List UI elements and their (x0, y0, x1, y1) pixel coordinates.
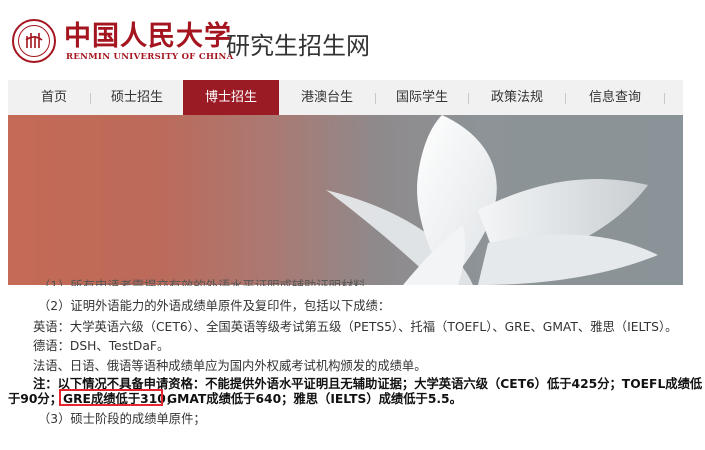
gre-highlight-box (59, 389, 163, 406)
text-line: （3）硕士阶段的成绩单原件； (38, 412, 206, 426)
university-seal-icon[interactable] (12, 19, 56, 63)
nav-item-masters[interactable]: 硕士招生 (91, 80, 183, 115)
nav-item-policy[interactable]: 政策法规 (469, 80, 565, 115)
main-nav: 首页 硕士招生 博士招生 港澳台生 国际学生 政策法规 信息查询 (8, 80, 683, 115)
nav-item-hk-macau-taiwan[interactable]: 港澳台生 (279, 80, 375, 115)
nav-divider (664, 93, 665, 104)
magnolia-flower-illustration (326, 115, 658, 285)
banner-image (8, 115, 683, 285)
site-title: 研究生招生网 (226, 32, 370, 60)
note-line-continuation: 于90分； (8, 392, 63, 406)
nav-item-international[interactable]: 国际学生 (376, 80, 468, 115)
text-line: 法语、日语、俄语等语种成绩单应为国内外权威考试机构颁发的成绩单。 (33, 359, 427, 373)
nav-item-phd[interactable]: 博士招生 (183, 80, 279, 115)
nav-item-home[interactable]: 首页 (18, 80, 90, 115)
logo-english[interactable]: RENMIN UNIVERSITY OF CHINA (66, 52, 234, 62)
text-line: 德语：DSH、TestDaF。 (33, 339, 170, 353)
logo-chinese[interactable]: 中国人民大学 (64, 14, 232, 53)
article-content: （1）所有申请者需提交有效的外语水平证明或辅助证明材料 （2）证明外语能力的外语… (0, 279, 705, 450)
clipped-text-line: （1）所有申请者需提交有效的外语水平证明或辅助证明材料 (38, 279, 366, 286)
note-line-continuation: GMAT成绩低于640；雅思（IELTS）成绩低于5.5。 (167, 392, 462, 406)
text-line: （2）证明外语能力的外语成绩单原件及复印件，包括以下成绩： (38, 299, 391, 313)
site-header: 中国人民大学 RENMIN UNIVERSITY OF CHINA 研究生招生网 (0, 0, 705, 80)
text-line: 英语：大学英语六级（CET6）、全国英语等级考试第五级（PETS5）、托福（TO… (33, 320, 678, 334)
nav-item-info-query[interactable]: 信息查询 (566, 80, 664, 115)
seal-glyph-icon (25, 33, 43, 48)
